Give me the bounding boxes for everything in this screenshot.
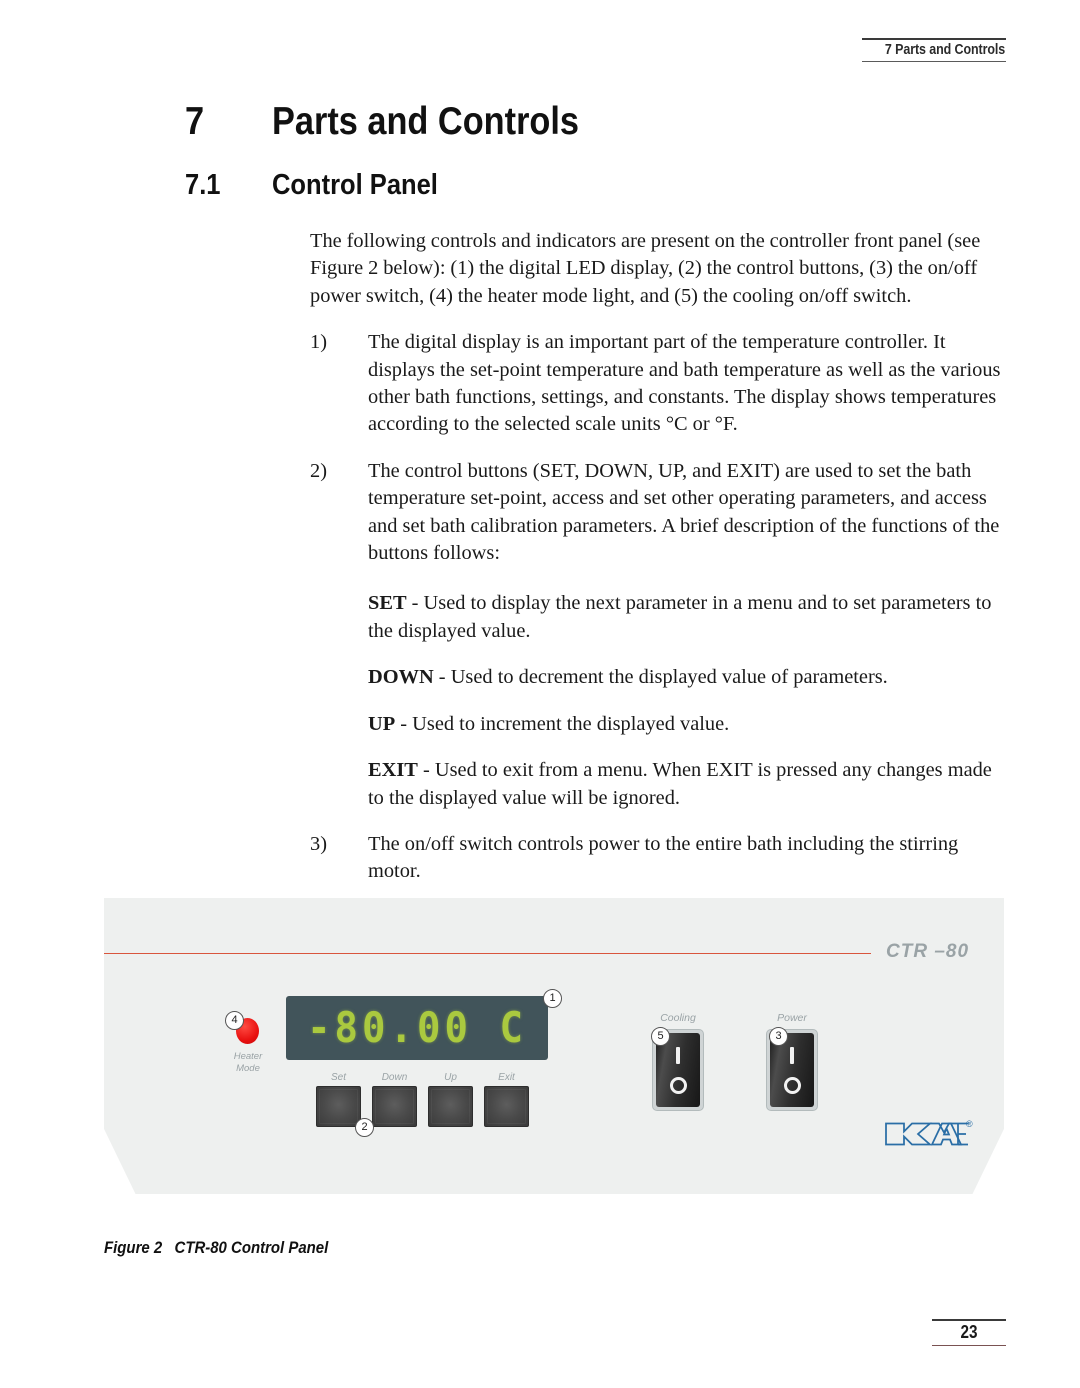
callout-3: 3 — [769, 1027, 788, 1046]
definition-body-down: - Used to decrement the displayed value … — [433, 666, 888, 689]
up-button[interactable] — [428, 1086, 473, 1127]
exit-button[interactable] — [484, 1086, 529, 1127]
numbered-item-3: 3) The on/off switch controls power to t… — [310, 831, 1010, 886]
down-button[interactable] — [372, 1086, 417, 1127]
callout-1: 1 — [543, 989, 562, 1008]
callout-4: 4 — [225, 1011, 244, 1030]
section-title: Control Panel — [272, 169, 438, 201]
rocker-switch-group: Cooling Power — [652, 1012, 818, 1111]
chapter-number-column: 7 — [0, 100, 272, 144]
definition-body-up: - Used to increment the displayed value. — [395, 712, 730, 735]
switch-off-mark-icon — [669, 1076, 687, 1094]
running-header: 7 Parts and Controls — [862, 38, 1006, 62]
definition-term-up: UP — [368, 712, 396, 735]
item-text: The control buttons (SET, DOWN, UP, and … — [368, 459, 1000, 565]
item-text: The on/off switch controls power to the … — [368, 832, 959, 883]
led-display: -80.00 C — [286, 996, 548, 1060]
section-number: 7.1 — [185, 169, 221, 201]
item-marker: 3) — [310, 832, 327, 855]
set-button[interactable] — [316, 1086, 361, 1127]
definition-body-exit: - Used to exit from a menu. When EXIT is… — [368, 759, 992, 809]
definition-down: DOWN - Used to decrement the displayed v… — [368, 664, 1010, 691]
section-title-column: Control Panel — [272, 168, 1080, 202]
heater-mode-label: Heater Mode — [210, 1051, 286, 1075]
up-button-cell: Up — [428, 1072, 473, 1127]
definition-up: UP - Used to increment the displayed val… — [368, 711, 1010, 738]
chapter-number: 7 — [185, 100, 205, 143]
definition-exit: EXIT - Used to exit from a menu. When EX… — [368, 757, 1010, 812]
item-marker: 2) — [310, 459, 327, 482]
exit-button-label: Exit — [498, 1072, 515, 1083]
running-head-text: 7 Parts and Controls — [884, 42, 1006, 58]
folio-rule-bottom — [932, 1345, 1006, 1346]
intro-paragraph: The following controls and indicators ar… — [310, 230, 981, 307]
cooling-switch-label: Cooling — [660, 1012, 696, 1024]
page-folio: 23 — [932, 1319, 1006, 1346]
section-number-column: 7.1 — [0, 168, 272, 202]
numbered-item-1: 1) The digital display is an important p… — [310, 329, 1010, 439]
definition-term-exit: EXIT — [368, 759, 418, 782]
section-heading: 7.1 Control Panel — [0, 168, 1080, 202]
switch-off-mark-icon — [783, 1076, 801, 1094]
page-number: 23 — [960, 1322, 978, 1342]
power-switch-label: Power — [777, 1012, 807, 1024]
figure-caption-label: Figure 2 — [104, 1238, 163, 1257]
figure-caption: Figure 2 CTR-80 Control Panel — [104, 1238, 328, 1258]
definition-body-set: - Used to display the next parameter in … — [368, 592, 992, 642]
chapter-heading: 7 Parts and Controls — [0, 100, 1080, 144]
definition-set: SET - Used to display the next parameter… — [368, 590, 1010, 645]
chapter-title: Parts and Controls — [272, 100, 580, 143]
switch-on-mark-icon — [790, 1046, 794, 1064]
callout-5: 5 — [651, 1027, 670, 1046]
header-rule-bottom — [862, 61, 1006, 62]
definition-term-down: DOWN — [368, 666, 434, 689]
panel-accent-line — [104, 953, 871, 954]
heater-mode-label-line1: Heater — [233, 1051, 263, 1062]
item-text: The digital display is an important part… — [368, 331, 1001, 436]
panel-body — [104, 898, 1004, 1194]
chapter-title-column: Parts and Controls — [272, 100, 1080, 144]
down-button-cell: Down — [372, 1072, 417, 1127]
exit-button-cell: Exit — [484, 1072, 529, 1127]
kaye-registered-icon: ® — [966, 1119, 973, 1129]
body-content: The following controls and indicators ar… — [310, 228, 1010, 905]
set-button-label: Set — [330, 1072, 346, 1083]
heater-mode-label-line2: Mode — [236, 1063, 260, 1074]
led-display-value: -80.00 C — [307, 1003, 527, 1053]
callout-2: 2 — [355, 1118, 374, 1137]
figure-caption-text: CTR-80 Control Panel — [174, 1238, 329, 1257]
kaye-logo-icon — [885, 1122, 968, 1146]
panel-model-label: CTR –80 — [886, 941, 970, 962]
down-button-label: Down — [381, 1072, 408, 1083]
switch-on-mark-icon — [676, 1046, 680, 1064]
numbered-item-2: 2) The control buttons (SET, DOWN, UP, a… — [310, 458, 1010, 568]
definition-term-set: SET — [368, 592, 407, 615]
set-button-cell: Set — [316, 1072, 361, 1127]
control-button-group: Set Down Up Exit — [316, 1072, 529, 1127]
up-button-label: Up — [444, 1072, 457, 1083]
item-marker: 1) — [310, 331, 327, 354]
